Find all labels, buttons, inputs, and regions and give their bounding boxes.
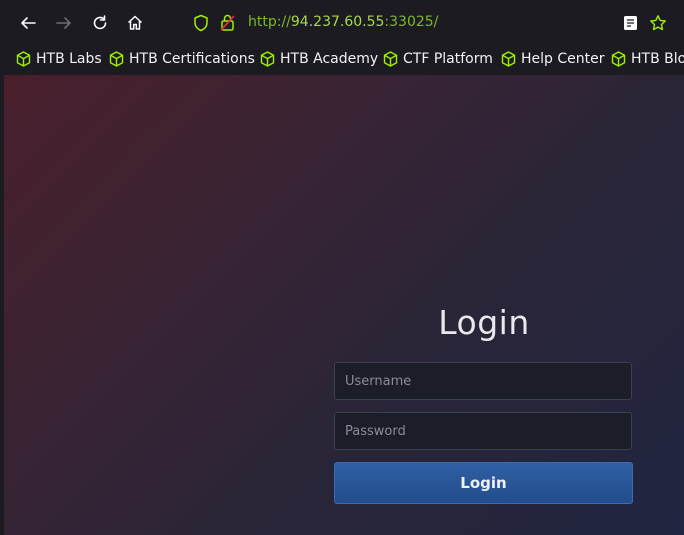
- bookmark-ctf-platform[interactable]: CTF Platform: [383, 49, 493, 69]
- cube-icon: [16, 51, 31, 67]
- bookmark-htb-academy[interactable]: HTB Academy: [260, 49, 378, 69]
- bookmarks-bar: HTB Labs HTB Certifications HTB Academy …: [0, 46, 684, 72]
- bookmark-label: Help Center: [521, 51, 605, 67]
- cube-icon: [501, 51, 516, 67]
- bookmark-label: HTB Certifications: [129, 51, 255, 67]
- url-host: 94.237.60.55: [290, 14, 385, 30]
- back-button[interactable]: [13, 8, 43, 38]
- cube-icon: [611, 51, 626, 67]
- home-icon: [127, 15, 143, 30]
- home-button[interactable]: [120, 8, 150, 38]
- bookmark-htb-blog[interactable]: HTB Blo: [611, 49, 684, 69]
- reader-view-icon: [624, 16, 637, 30]
- bookmark-label: HTB Blo: [631, 51, 684, 67]
- bookmark-star-button[interactable]: [643, 8, 673, 38]
- login-button[interactable]: Login: [334, 462, 633, 504]
- cube-icon: [260, 51, 275, 67]
- reader-view-button[interactable]: [616, 8, 646, 38]
- browser-toolbar: http://94.237.60.55:33025/: [0, 0, 684, 46]
- insecure-lock-icon[interactable]: [219, 13, 237, 33]
- cube-icon: [383, 51, 398, 67]
- bookmark-label: CTF Platform: [403, 51, 493, 67]
- bookmark-label: HTB Labs: [36, 51, 102, 67]
- login-title: Login: [438, 303, 530, 342]
- page-content: Login Login: [4, 75, 684, 535]
- url-text[interactable]: http://94.237.60.55:33025/: [248, 13, 438, 31]
- reload-icon: [93, 15, 107, 30]
- cube-icon: [109, 51, 124, 67]
- star-icon: [650, 15, 666, 31]
- bookmark-label: HTB Academy: [280, 51, 379, 67]
- arrow-left-icon: [21, 17, 36, 29]
- username-input[interactable]: [334, 362, 632, 400]
- tracking-protection-shield-icon[interactable]: [192, 14, 210, 32]
- url-scheme: http://: [248, 14, 291, 30]
- bookmark-htb-certifications[interactable]: HTB Certifications: [109, 49, 255, 69]
- reload-button[interactable]: [85, 8, 115, 38]
- bookmark-htb-labs[interactable]: HTB Labs: [16, 49, 102, 69]
- password-input[interactable]: [334, 412, 632, 450]
- url-port-path: :33025/: [384, 14, 439, 30]
- url-bar[interactable]: http://94.237.60.55:33025/: [182, 6, 684, 40]
- arrow-right-icon: [56, 17, 71, 29]
- bookmark-help-center[interactable]: Help Center: [501, 49, 605, 69]
- forward-button[interactable]: [49, 8, 79, 38]
